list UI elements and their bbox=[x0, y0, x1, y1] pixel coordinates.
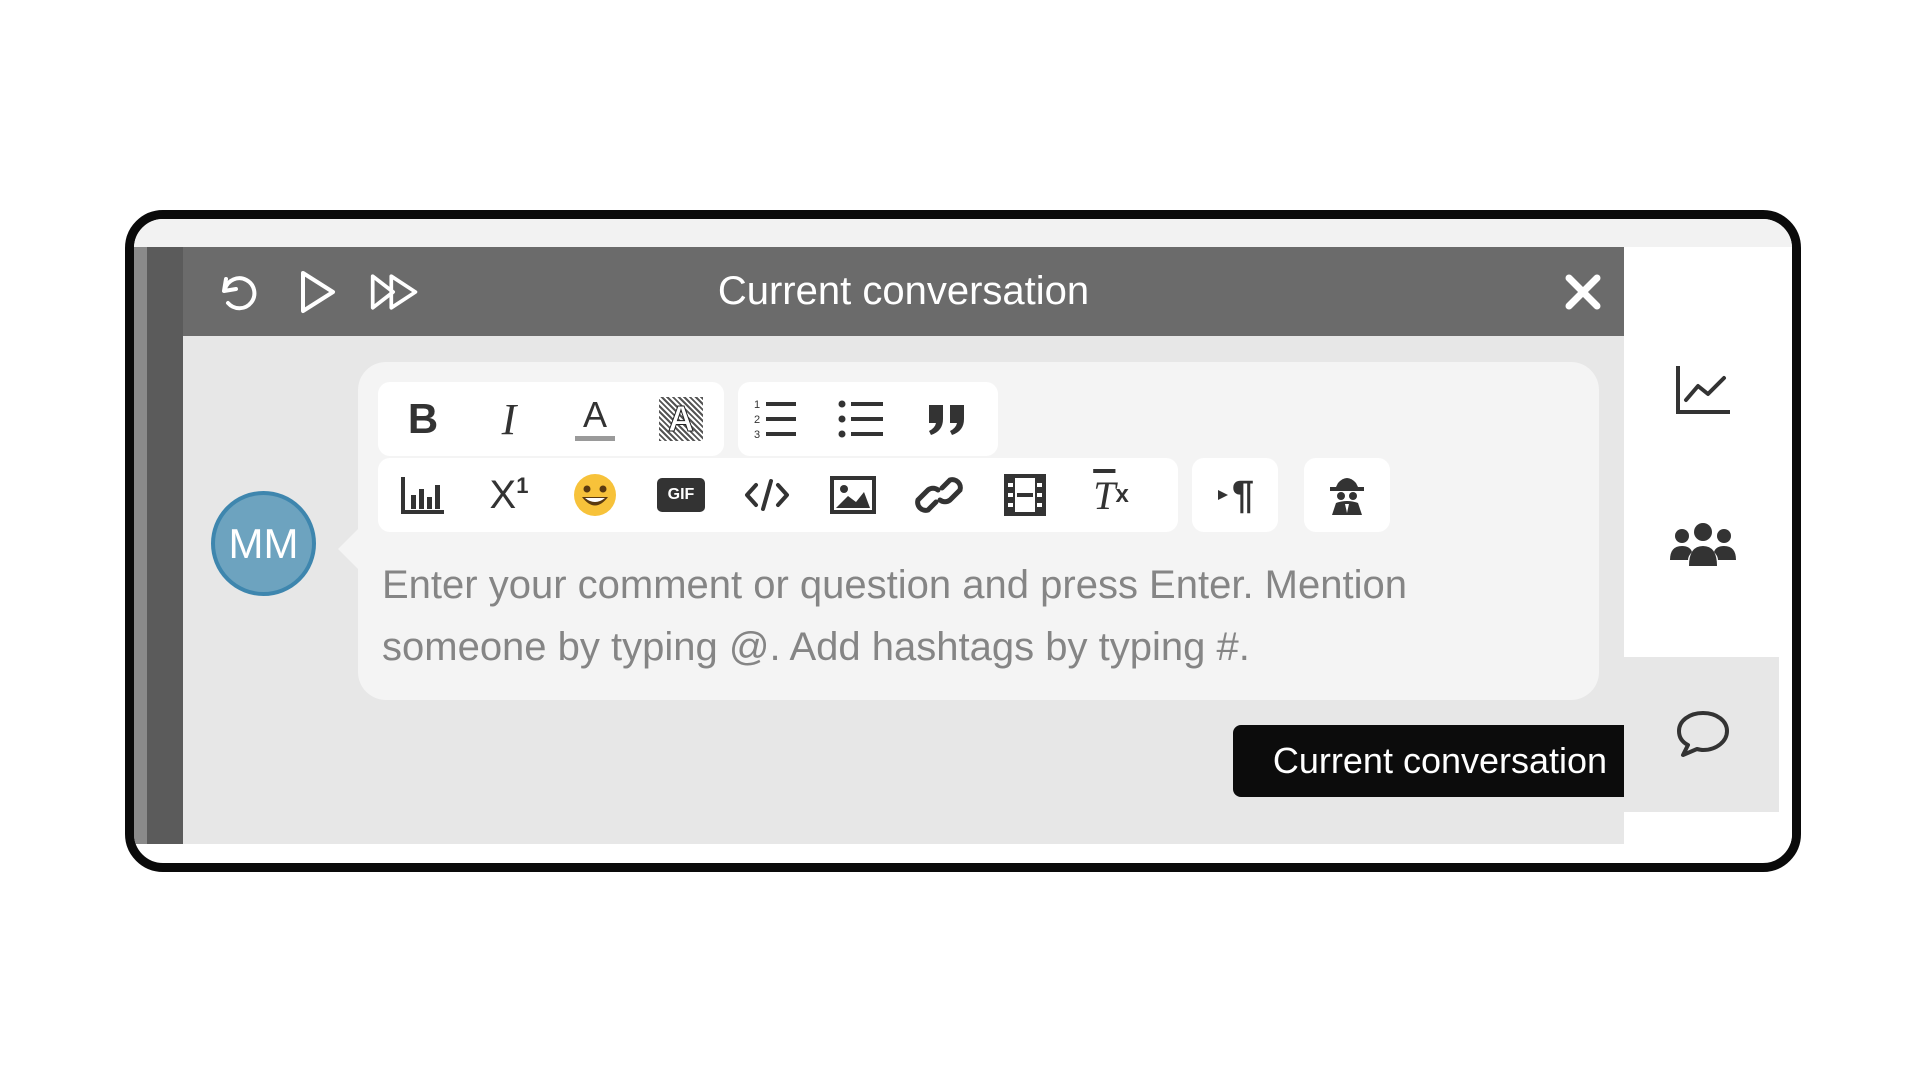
superscript-glyph: X bbox=[489, 472, 517, 517]
svg-text:1: 1 bbox=[754, 399, 760, 411]
bold-icon[interactable]: B bbox=[392, 388, 454, 450]
conversation-tooltip: Current conversation bbox=[1233, 725, 1663, 797]
paragraph-direction-icon[interactable]: ¶ bbox=[1204, 464, 1266, 526]
format-group: B I A A bbox=[378, 382, 724, 456]
clear-format-glyph: T bbox=[1093, 472, 1116, 518]
comment-placeholder[interactable]: Enter your comment or question and press… bbox=[382, 554, 1562, 678]
panel-header: Current conversation bbox=[183, 247, 1624, 336]
left-bar-edge bbox=[134, 247, 147, 844]
superscript-icon[interactable]: X1 bbox=[478, 464, 540, 526]
direction-group: ¶ bbox=[1192, 458, 1278, 532]
clear-format-icon[interactable]: Tx bbox=[1080, 464, 1142, 526]
close-icon[interactable] bbox=[1557, 266, 1609, 318]
panel-title: Current conversation bbox=[717, 269, 1090, 313]
top-strip bbox=[134, 219, 1792, 247]
highlight-icon[interactable]: A bbox=[650, 388, 712, 450]
analytics-icon[interactable] bbox=[1658, 345, 1748, 435]
insert-group: X1 GIF T x bbox=[378, 458, 1178, 532]
image-icon[interactable] bbox=[822, 464, 884, 526]
comment-editor[interactable]: B I A A 1 2 3 X 1 GIF T x ¶ Enter your c… bbox=[358, 362, 1599, 700]
right-sidebar bbox=[1624, 247, 1792, 844]
video-icon[interactable] bbox=[994, 464, 1056, 526]
font-color-icon[interactable]: A bbox=[564, 388, 626, 450]
highlight-letter: A bbox=[668, 398, 695, 440]
svg-text:3: 3 bbox=[754, 429, 760, 441]
italic-icon[interactable]: I bbox=[478, 388, 540, 450]
app-window: Current conversation MM B I A A 1 2 3 X … bbox=[125, 210, 1801, 872]
highlight-glyph: A bbox=[659, 397, 703, 441]
emoji-icon[interactable] bbox=[564, 464, 626, 526]
italic-glyph: I bbox=[501, 394, 517, 444]
anonymous-group bbox=[1304, 458, 1390, 532]
link-icon[interactable] bbox=[908, 464, 970, 526]
code-icon[interactable] bbox=[736, 464, 798, 526]
paragraph-glyph: ¶ bbox=[1231, 472, 1255, 517]
avatar: MM bbox=[211, 491, 316, 596]
quote-icon[interactable] bbox=[916, 388, 978, 450]
numbered-list-icon[interactable]: 1 2 3 bbox=[744, 388, 806, 450]
participants-icon[interactable] bbox=[1658, 499, 1748, 589]
font-color-glyph: A bbox=[573, 394, 617, 444]
svg-text:2: 2 bbox=[754, 414, 760, 426]
conversation-panel: Current conversation MM B I A A 1 2 3 X … bbox=[183, 247, 1663, 844]
chart-icon[interactable] bbox=[392, 464, 454, 526]
editor-pointer bbox=[338, 527, 360, 571]
gif-icon[interactable]: GIF bbox=[650, 464, 712, 526]
clear-format-x: x bbox=[1115, 481, 1129, 508]
bold-glyph: B bbox=[407, 395, 439, 442]
list-group: 1 2 3 bbox=[738, 382, 998, 456]
font-color-letter: A bbox=[583, 394, 608, 435]
bulleted-list-icon[interactable] bbox=[830, 388, 892, 450]
gif-badge: GIF bbox=[657, 478, 705, 512]
conversation-icon[interactable] bbox=[1658, 689, 1748, 779]
anonymous-icon[interactable] bbox=[1316, 464, 1378, 526]
superscript-digit: 1 bbox=[516, 473, 529, 498]
